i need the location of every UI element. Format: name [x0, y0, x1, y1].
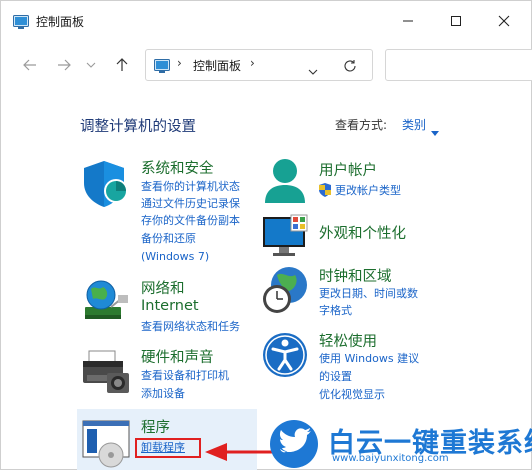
maximize-button[interactable] [433, 1, 479, 41]
user-icon[interactable] [261, 157, 311, 211]
breadcrumb-separator[interactable]: › [177, 56, 182, 70]
address-dropdown-icon[interactable] [308, 60, 318, 79]
shield-icon[interactable] [81, 159, 131, 213]
link-file-history-cont[interactable]: 存你的文件备份副本 [141, 212, 240, 229]
annotation-arrow-icon [205, 441, 277, 467]
link-change-date-time-cont[interactable]: 字格式 [319, 302, 352, 319]
link-add-device[interactable]: 添加设备 [141, 385, 185, 402]
globe-network-icon[interactable] [81, 277, 131, 331]
link-file-history[interactable]: 通过文件历史记录保 [141, 195, 240, 212]
breadcrumb-control-panel[interactable]: 控制面板 [193, 57, 241, 74]
category-title-programs[interactable]: 程序 [141, 416, 170, 437]
close-button[interactable] [481, 1, 527, 41]
control-panel-icon [13, 14, 29, 29]
category-title-ease-of-access[interactable]: 轻松使用 [319, 330, 377, 351]
category-title-appearance[interactable]: 外观和个性化 [319, 222, 406, 243]
up-button[interactable] [111, 53, 133, 77]
back-button[interactable] [19, 53, 41, 77]
accessibility-icon[interactable] [261, 331, 311, 385]
uac-shield-icon [319, 182, 331, 201]
monitor-icon[interactable] [261, 213, 311, 267]
chevron-down-icon[interactable] [431, 121, 439, 140]
control-panel-icon [154, 58, 170, 73]
page-title: 调整计算机的设置 [80, 119, 196, 135]
link-view-computer-status[interactable]: 查看你的计算机状态 [141, 178, 240, 195]
highlight-box [135, 438, 201, 458]
link-change-account-type[interactable]: 更改帐户类型 [335, 182, 401, 199]
title-bar: 控制面板 [1, 1, 531, 41]
control-panel-window: 控制面板 › 控制面板 › 调整计算机的设置 查看方式: 类别 系统和安全 查看… [0, 0, 532, 470]
view-by-dropdown[interactable]: 类别 [402, 116, 426, 133]
link-backup-restore[interactable]: 备份和还原 [141, 230, 196, 247]
category-title-system-security[interactable]: 系统和安全 [141, 157, 214, 178]
window-title: 控制面板 [36, 15, 85, 29]
printer-icon[interactable] [81, 347, 131, 401]
clock-globe-icon[interactable] [261, 265, 311, 319]
watermark-url: www.baiyunxitong.com [332, 453, 449, 464]
programs-icon[interactable] [81, 419, 131, 470]
link-optimize-visual-display[interactable]: 优化视觉显示 [319, 386, 385, 403]
category-title-clock-region[interactable]: 时钟和区域 [319, 265, 392, 286]
search-input[interactable] [385, 49, 532, 81]
link-change-date-time[interactable]: 更改日期、时间或数 [319, 285, 418, 302]
link-devices-printers[interactable]: 查看设备和打印机 [141, 367, 229, 384]
link-windows-suggested-settings[interactable]: 使用 Windows 建议 [319, 350, 419, 367]
link-windows-suggested-settings-cont[interactable]: 的设置 [319, 368, 352, 385]
view-by-label: 查看方式: [335, 118, 388, 132]
forward-button[interactable] [53, 53, 75, 77]
navigation-bar: › 控制面板 › [1, 45, 532, 85]
recent-locations-button[interactable] [83, 53, 99, 77]
category-title-network[interactable]: 网络和 [141, 277, 185, 298]
category-title-network-internet[interactable]: Internet [141, 298, 199, 314]
category-title-hardware-sound[interactable]: 硬件和声音 [141, 346, 214, 367]
link-backup-restore-cont[interactable]: (Windows 7) [141, 248, 209, 265]
minimize-button[interactable] [385, 1, 431, 41]
address-bar[interactable]: › 控制面板 › [145, 49, 373, 81]
bird-logo-icon [269, 419, 319, 469]
refresh-icon[interactable] [343, 58, 357, 77]
category-title-user-accounts[interactable]: 用户帐户 [319, 159, 377, 180]
link-network-status[interactable]: 查看网络状态和任务 [141, 318, 240, 335]
breadcrumb-separator[interactable]: › [250, 56, 255, 70]
